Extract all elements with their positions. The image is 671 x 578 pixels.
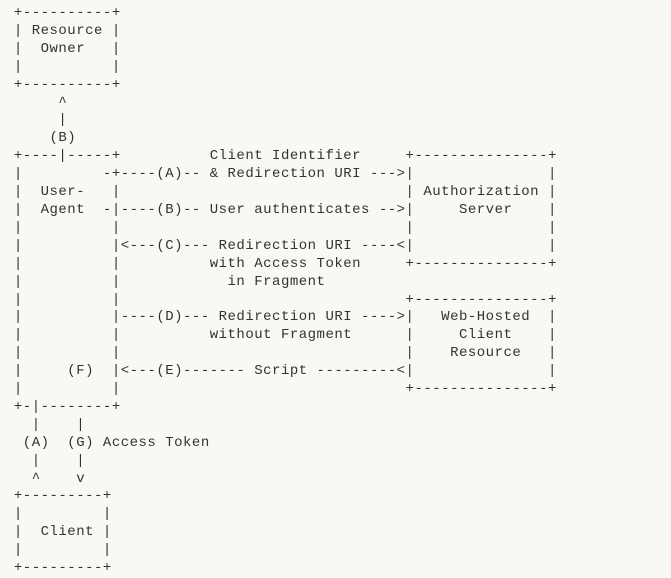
oauth-implicit-flow-diagram: +----------+ | Resource | | Owner | | | … [5,5,666,578]
